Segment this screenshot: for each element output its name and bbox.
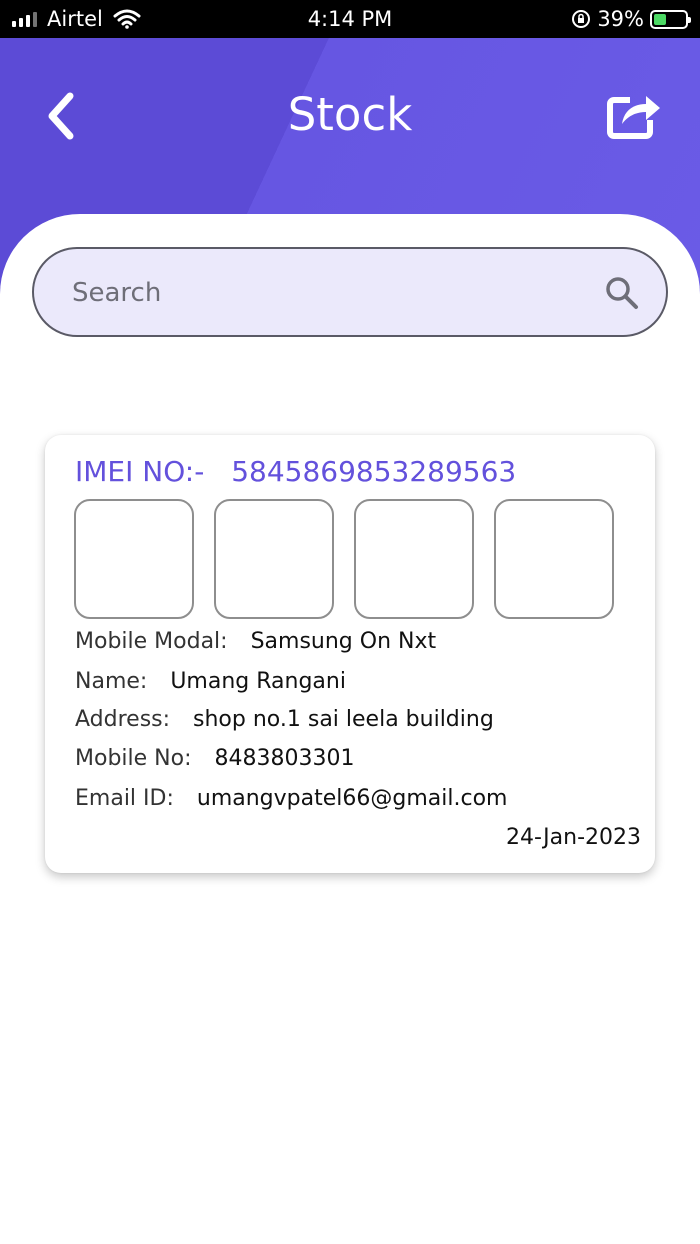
imei-label: IMEI NO:-	[75, 455, 205, 488]
status-bar: Airtel 4:14 PM 39%	[0, 0, 700, 38]
detail-row-email: Email ID: umangvpatel66@gmail.com	[75, 786, 507, 811]
detail-row-name: Name: Umang Rangani	[75, 669, 346, 694]
search-icon[interactable]	[604, 275, 640, 311]
card-date: 24-Jan-2023	[506, 825, 641, 850]
detail-label: Address:	[75, 707, 171, 732]
photo-slot-3[interactable]	[354, 499, 474, 619]
detail-value: Umang Rangani	[170, 669, 346, 694]
photo-slot-2[interactable]	[214, 499, 334, 619]
detail-value: Samsung On Nxt	[250, 629, 437, 654]
share-icon	[607, 96, 660, 139]
detail-value: 8483803301	[214, 746, 355, 771]
detail-label: Mobile Modal:	[75, 629, 228, 654]
imei-row: IMEI NO:- 5845869853289563	[75, 455, 516, 488]
battery-percent: 39%	[597, 7, 644, 31]
page-title: Stock	[287, 88, 413, 141]
search-bar	[32, 247, 668, 337]
detail-label: Name:	[75, 669, 148, 694]
imei-value: 5845869853289563	[231, 455, 517, 488]
detail-label: Email ID:	[75, 786, 174, 811]
photo-slot-4[interactable]	[494, 499, 614, 619]
detail-value: shop no.1 sai leela building	[193, 707, 494, 732]
detail-row-mobile-no: Mobile No: 8483803301	[75, 746, 354, 771]
detail-label: Mobile No:	[75, 746, 192, 771]
detail-row-mobile-model: Mobile Modal: Samsung On Nxt	[75, 629, 436, 654]
detail-row-address: Address: shop no.1 sai leela building	[75, 707, 494, 732]
search-input[interactable]	[70, 271, 594, 315]
detail-value: umangvpatel66@gmail.com	[196, 786, 508, 811]
stock-card[interactable]: IMEI NO:- 5845869853289563 Mobile Modal:…	[45, 435, 655, 873]
rotation-lock-icon	[572, 10, 591, 28]
photo-slot-1[interactable]	[74, 499, 194, 619]
battery-icon	[650, 9, 691, 29]
status-right: 39%	[571, 7, 691, 31]
share-button[interactable]	[604, 86, 664, 142]
